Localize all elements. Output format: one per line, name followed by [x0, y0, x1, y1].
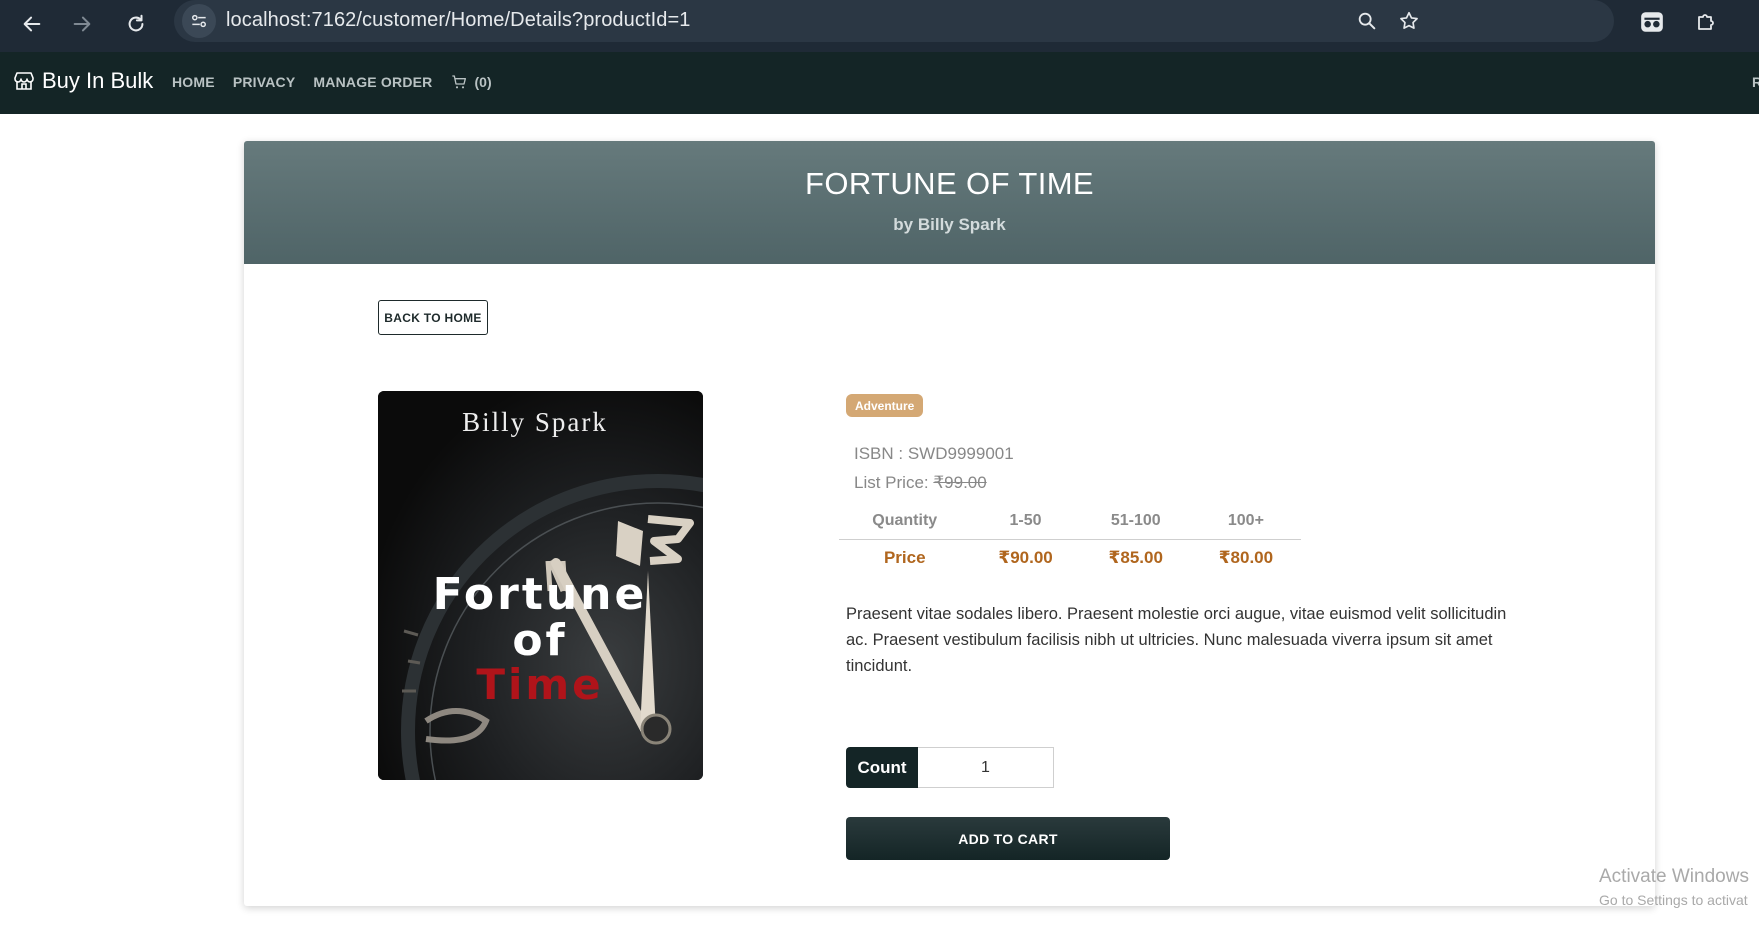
nav-cart[interactable]: (0): [451, 74, 492, 90]
isbn-text: ISBN : SWD9999001: [854, 444, 1014, 463]
cart-count: (0): [474, 74, 492, 90]
price-header-tier-2: 51-100: [1080, 504, 1191, 540]
product-card: FORTUNE OF TIME by Billy Spark BACK TO H…: [244, 141, 1655, 906]
forward-nav-button[interactable]: [64, 6, 100, 42]
price-header-tier-3: 100+: [1190, 504, 1301, 540]
bookmark-button[interactable]: [1394, 6, 1424, 36]
puzzle-icon: [1698, 14, 1714, 30]
brand-name: Buy In Bulk: [42, 68, 154, 93]
cover-title-line-2: of: [512, 615, 567, 666]
list-price: List Price: ₹99.00: [854, 473, 987, 493]
nav-manage-order[interactable]: MANAGE ORDER: [313, 74, 432, 90]
extensions-button[interactable]: [1688, 4, 1724, 40]
bulk-price-table: Quantity 1-50 51-100 100+ Price ₹90.00 ₹…: [839, 504, 1301, 577]
zoom-icon: [1358, 12, 1376, 30]
nav-privacy[interactable]: PRIVACY: [233, 74, 296, 90]
reload-icon: [128, 14, 144, 32]
star-icon: [1400, 11, 1418, 29]
list-price-label: List Price:: [854, 473, 934, 492]
watermark-subtitle: Go to Settings to activat: [1599, 892, 1748, 908]
main-menu: HOME PRIVACY MANAGE ORDER (0): [172, 74, 492, 90]
tune-icon: [192, 14, 206, 28]
card-header: FORTUNE OF TIME by Billy Spark: [244, 141, 1655, 264]
brand-link[interactable]: Buy In Bulk: [12, 68, 153, 94]
list-price-value: ₹99.00: [933, 473, 987, 492]
product-author: by Billy Spark: [893, 215, 1006, 234]
product-description: Praesent vitae sodales libero. Praesent …: [846, 605, 1507, 675]
app-navbar: Buy In Bulk HOME PRIVACY MANAGE ORDER (0…: [0, 52, 1759, 114]
price-header-quantity: Quantity: [839, 504, 971, 540]
count-input[interactable]: 1: [918, 747, 1054, 788]
site-info-button[interactable]: [182, 4, 216, 38]
book-cover-art: Billy Spark Fortune of Time: [378, 391, 703, 780]
cart-icon: [451, 75, 466, 89]
back-to-home-button[interactable]: BACK TO HOME: [378, 300, 488, 335]
book-cover-image: Billy Spark Fortune of Time: [378, 391, 703, 780]
category-badge: Adventure: [846, 394, 924, 417]
price-tier-2: ₹85.00: [1108, 548, 1163, 568]
incognito-icon: [1641, 12, 1663, 32]
price-tier-1: ₹90.00: [998, 548, 1053, 568]
back-nav-button[interactable]: [14, 6, 50, 42]
price-row: Price ₹90.00 ₹85.00 ₹80.00: [839, 539, 1301, 577]
price-tier-3: ₹80.00: [1218, 548, 1274, 568]
zoom-button[interactable]: [1352, 6, 1382, 36]
count-input-group: Count 1: [846, 747, 1054, 788]
arrow-right-icon: [73, 16, 91, 32]
reload-button[interactable]: [118, 6, 154, 42]
add-to-cart-button[interactable]: ADD TO CART: [846, 817, 1170, 860]
cover-title-line-1: Fortune: [433, 569, 648, 620]
price-row-label: Price: [883, 548, 926, 568]
cover-author-text: Billy Spark: [462, 407, 608, 437]
count-label: Count: [846, 747, 918, 788]
product-title: FORTUNE OF TIME: [804, 166, 1095, 201]
arrow-left-icon: [23, 16, 41, 32]
price-header-tier-1: 1-50: [970, 504, 1081, 540]
cover-title-line-3: Time: [476, 660, 603, 709]
browser-toolbar: localhost:7162/customer/Home/Details?pro…: [0, 0, 1759, 52]
activation-watermark: Activate Windows Go to Settings to activ…: [1599, 866, 1749, 908]
nav-right-clipped[interactable]: R: [1752, 74, 1759, 90]
store-icon: [14, 72, 34, 90]
watermark-title: Activate Windows: [1599, 866, 1749, 887]
incognito-button[interactable]: [1634, 4, 1670, 40]
nav-home[interactable]: HOME: [172, 74, 215, 90]
url-text[interactable]: localhost:7162/customer/Home/Details?pro…: [226, 9, 691, 32]
address-bar[interactable]: localhost:7162/customer/Home/Details?pro…: [174, 0, 1614, 42]
